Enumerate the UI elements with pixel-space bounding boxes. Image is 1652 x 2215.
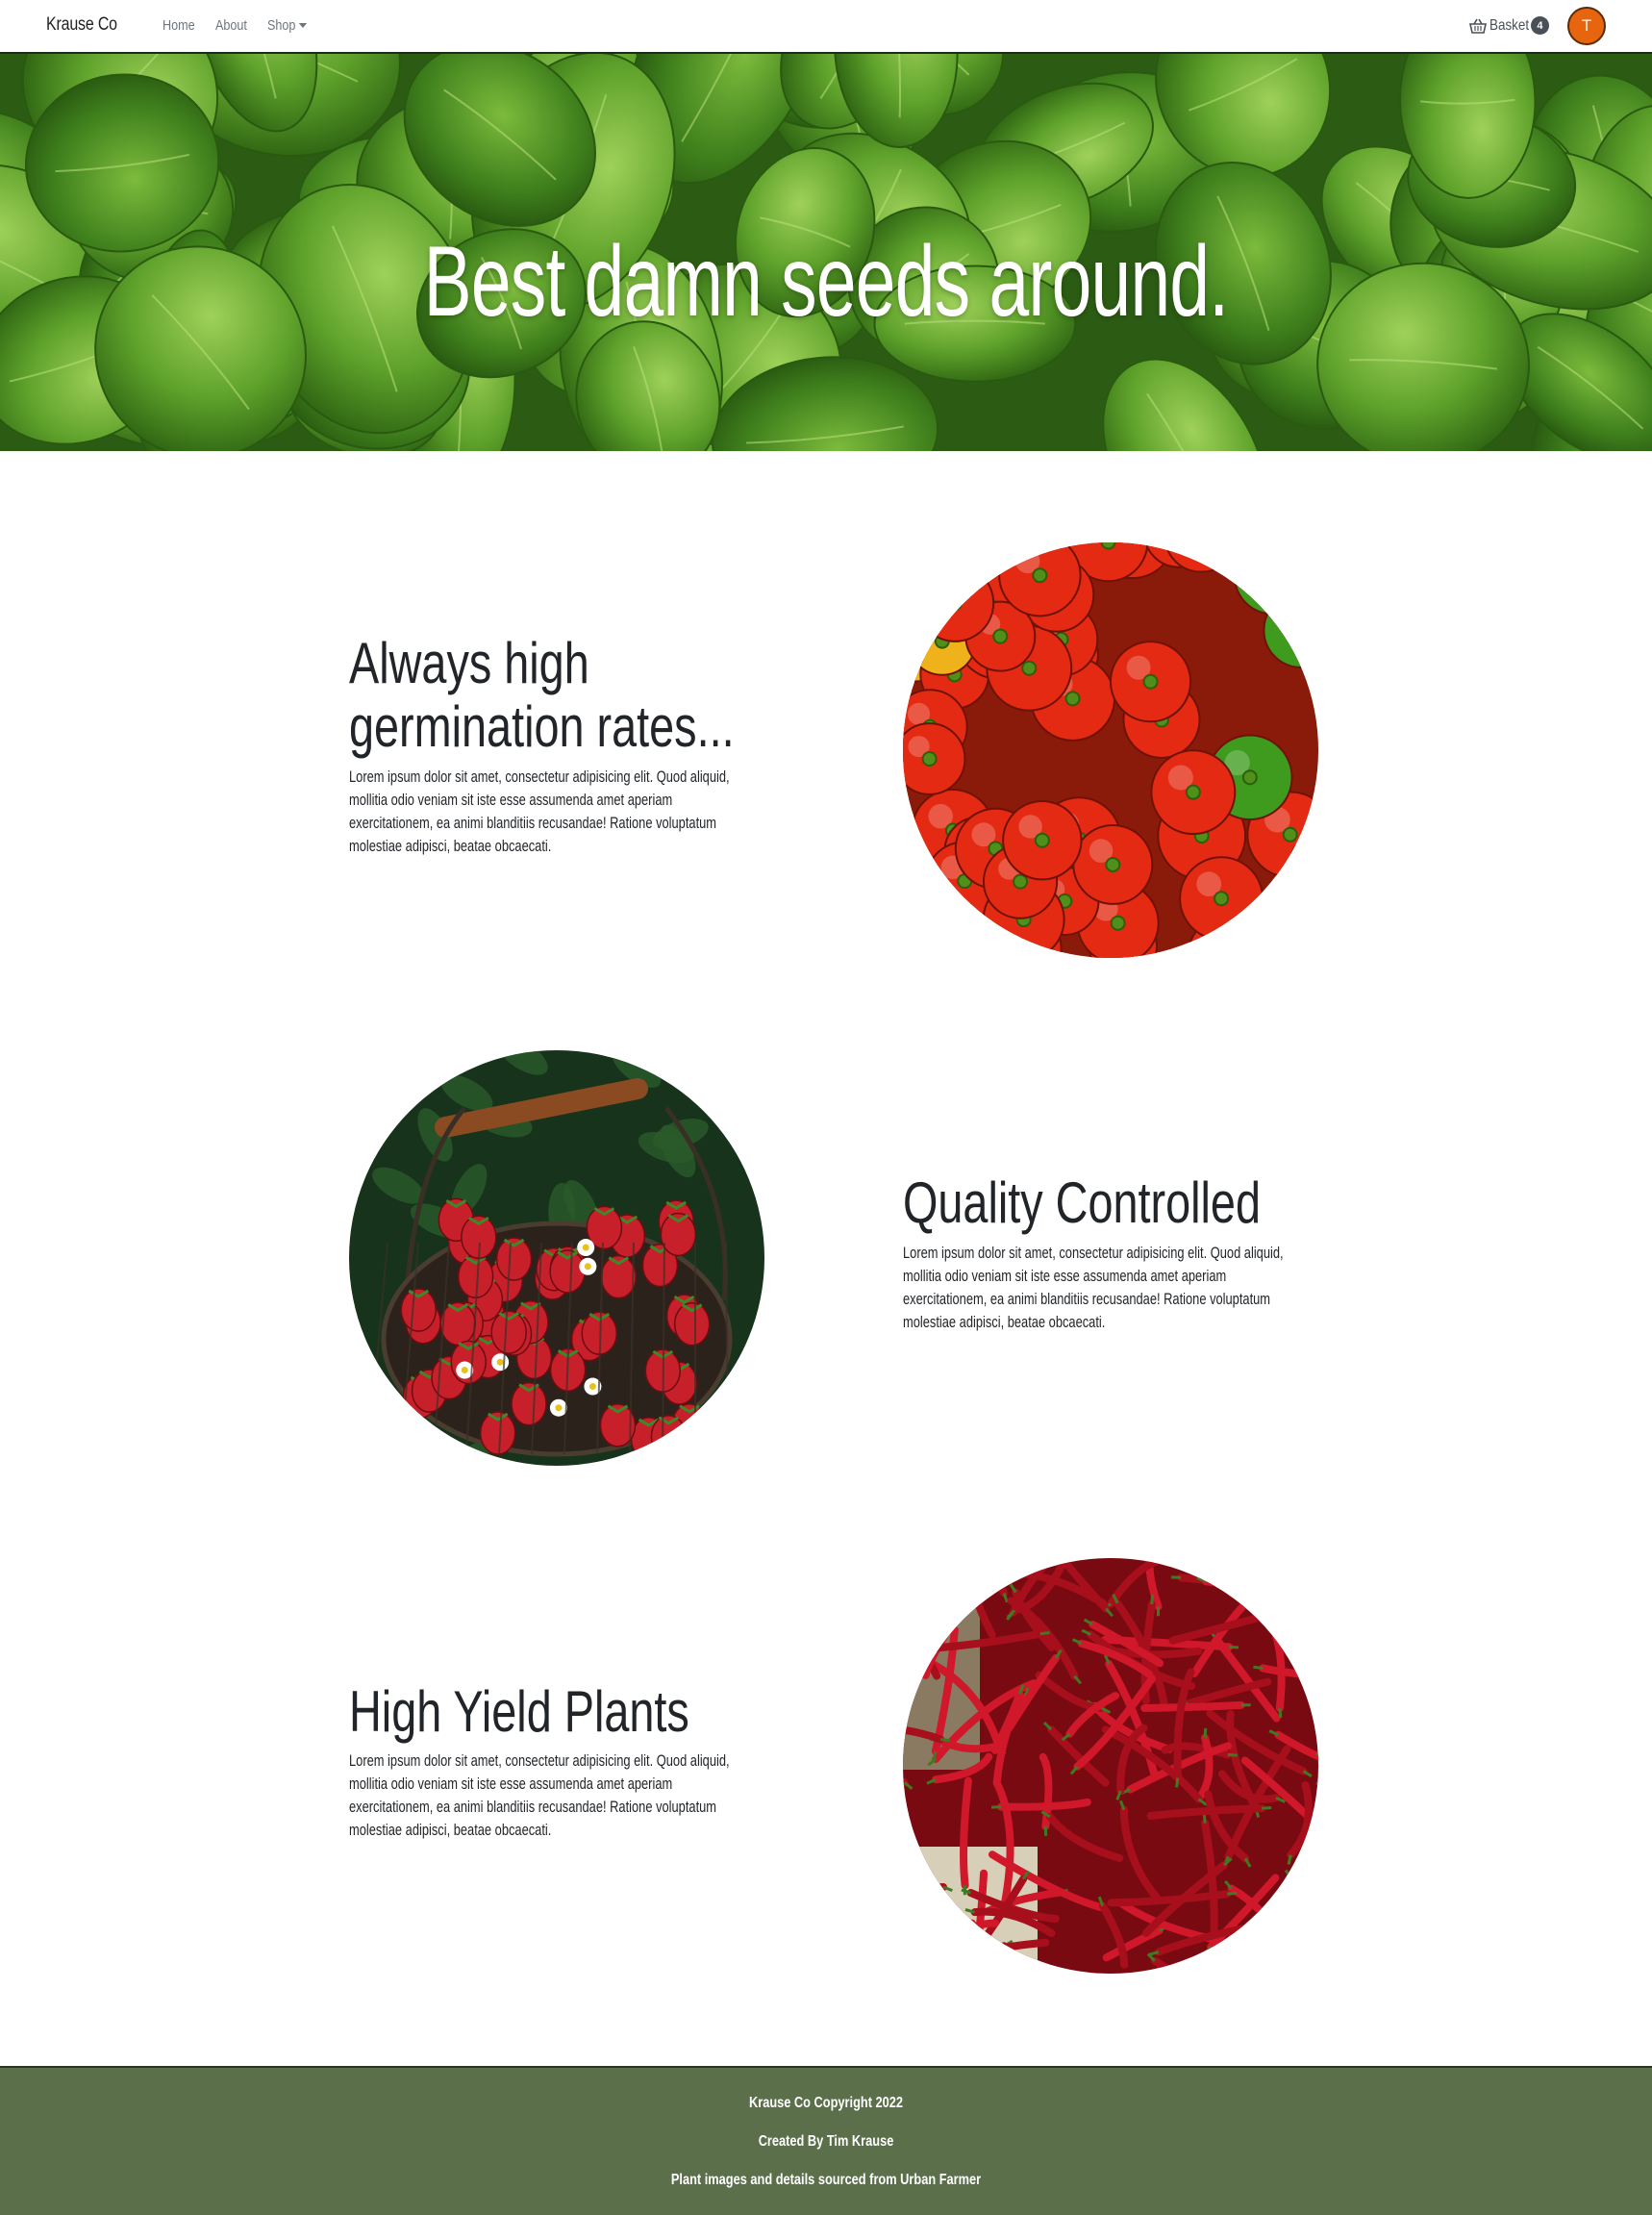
basket-icon [1469, 18, 1487, 34]
footer-image-sources: Plant images and details sourced from Ur… [670, 2172, 982, 2188]
feature-heading-line1: Always high [349, 631, 589, 695]
basket-count-badge: 4 [1530, 16, 1549, 35]
hero-title: Best damn seeds around. [423, 226, 1229, 338]
nav-links: Home About Shop [163, 17, 314, 34]
caret-down-icon [299, 23, 308, 28]
hero-banner: Best damn seeds around. [0, 54, 1652, 451]
chili-peppers-image [903, 1558, 1318, 1974]
basket-label: Basket [1489, 16, 1530, 34]
user-avatar[interactable]: T [1567, 7, 1606, 45]
strawberry-basket-image [349, 1050, 764, 1466]
feature-text-quality: Lorem ipsum dolor sit amet, consectetur … [903, 1245, 1284, 1331]
feature-text-yield: Lorem ipsum dolor sit amet, consectetur … [349, 1752, 730, 1839]
nav-link-shop-label: Shop [267, 17, 296, 34]
bell-peppers-image [903, 542, 1318, 958]
navbar: Krause Co Home About Shop Basket 4 T [0, 0, 1652, 54]
footer-credit: Created By Tim Krause [758, 2133, 894, 2150]
feature-heading-line2: germination rates... [349, 694, 735, 759]
feature-text-germination: Lorem ipsum dolor sit amet, consectetur … [349, 768, 730, 855]
nav-link-home[interactable]: Home [163, 17, 195, 34]
nav-dropdown-shop[interactable]: Shop [267, 17, 308, 34]
feature-heading-yield: High Yield Plants [349, 1679, 689, 1744]
footer: Krause Co Copyright 2022 Created By Tim … [0, 2066, 1652, 2215]
footer-copyright: Krause Co Copyright 2022 [748, 2095, 904, 2111]
feature-heading-quality: Quality Controlled [903, 1170, 1261, 1235]
basket-button[interactable]: Basket 4 [1469, 16, 1549, 35]
brand-logo[interactable]: Krause Co [46, 14, 117, 36]
nav-link-about[interactable]: About [215, 17, 247, 34]
feature-heading-germination: Always high germination rates... [349, 632, 735, 759]
